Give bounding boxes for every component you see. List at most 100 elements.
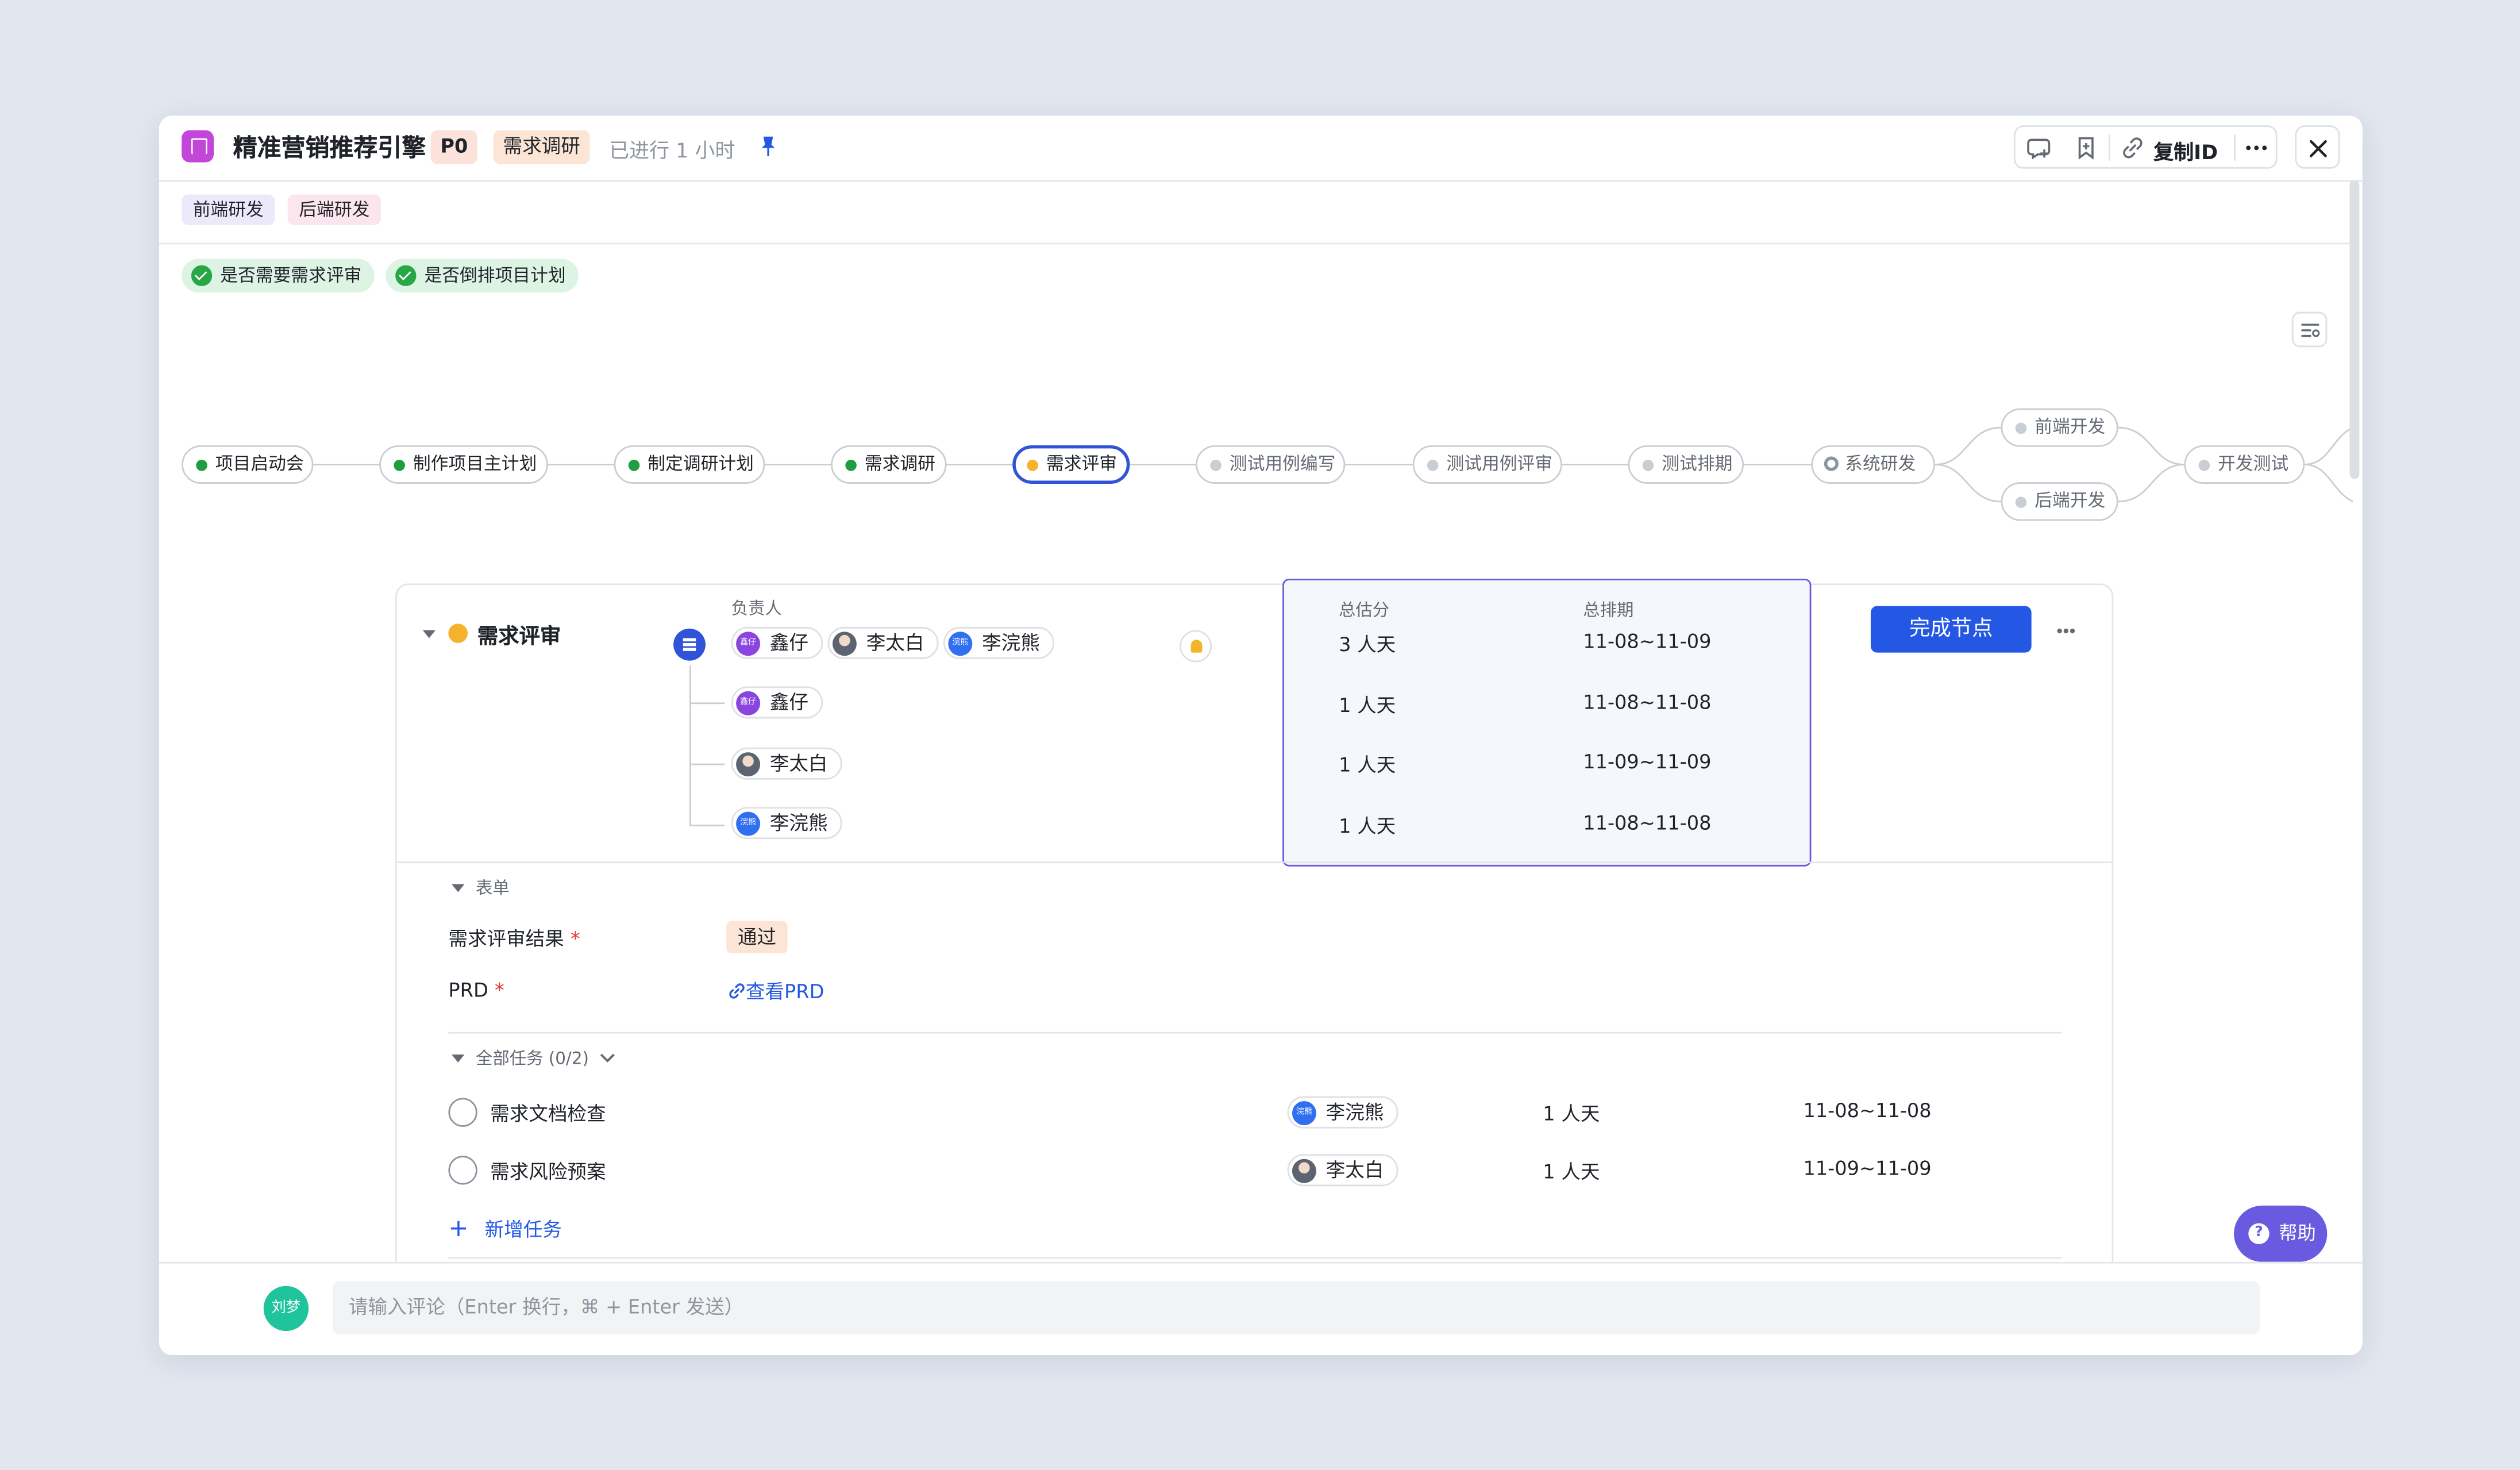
- comment-input[interactable]: 请输入评论（Enter 换行，⌘ + Enter 发送）: [333, 1281, 2260, 1334]
- view-settings-button[interactable]: [2291, 311, 2328, 348]
- more-icon[interactable]: [2242, 133, 2271, 162]
- help-icon: ?: [2248, 1223, 2269, 1245]
- task-checkbox[interactable]: [448, 1156, 477, 1185]
- task-assignee-chip[interactable]: 李太白: [1287, 1154, 1398, 1187]
- flow-node-kickoff[interactable]: 项目启动会: [182, 445, 314, 484]
- avatar: [1292, 1159, 1316, 1183]
- assignee-schedule[interactable]: 11-08~11-08: [1583, 691, 1711, 714]
- tag-backend[interactable]: 后端研发: [287, 194, 381, 225]
- status-dot: [2198, 459, 2210, 471]
- status-dot: [196, 459, 207, 471]
- total-estimate[interactable]: 3 人天: [1339, 630, 1396, 658]
- card-divider: [396, 861, 2112, 864]
- comment-bar: 刘梦 请输入评论（Enter 换行，⌘ + Enter 发送）: [159, 1261, 2363, 1356]
- tasks-section-label[interactable]: 全部任务 (0/2): [476, 1046, 589, 1071]
- status-dot: [2015, 422, 2027, 434]
- schedule-header: 总排期: [1583, 601, 1634, 621]
- scrollbar[interactable]: [2349, 180, 2360, 479]
- assignee-estimate[interactable]: 1 人天: [1339, 751, 1396, 778]
- assignee-estimate[interactable]: 1 人天: [1339, 691, 1396, 719]
- collapse-caret-icon[interactable]: [452, 884, 465, 892]
- collapse-caret-icon[interactable]: [452, 1054, 465, 1063]
- bell-icon[interactable]: [1180, 630, 1212, 663]
- settings-sliders-icon: [2301, 324, 2320, 337]
- tree-branch: [689, 702, 725, 705]
- view-prd-link[interactable]: 查看PRD: [728, 978, 824, 1005]
- form-section-label: 表单: [475, 879, 510, 899]
- flow-node-review[interactable]: 需求评审: [1012, 445, 1130, 484]
- total-schedule[interactable]: 11-08~11-09: [1583, 630, 1711, 653]
- prd-label: PRD *: [448, 979, 504, 1002]
- add-task-button[interactable]: + 新增任务: [448, 1214, 561, 1242]
- task-estimate[interactable]: 1 人天: [1543, 1157, 1600, 1185]
- header-actions: 复制ID: [2013, 125, 2278, 169]
- pin-icon[interactable]: [758, 135, 778, 157]
- elapsed-time: 已进行 1 小时: [609, 138, 735, 163]
- stage-badge[interactable]: 需求调研: [493, 130, 590, 164]
- flow-node-dev-test[interactable]: 开发测试: [2184, 445, 2305, 484]
- bookmark-outline-icon[interactable]: [2072, 133, 2101, 162]
- task-checkbox[interactable]: [448, 1098, 477, 1127]
- flow-node-test-schedule[interactable]: 测试排期: [1628, 445, 1744, 484]
- flow-node-test-case-review[interactable]: 测试用例评审: [1412, 445, 1562, 484]
- flow-node-research-plan[interactable]: 制定调研计划: [614, 445, 765, 484]
- complete-node-button[interactable]: 完成节点: [1870, 606, 2032, 653]
- flow-node-backend-dev[interactable]: 后端开发: [2001, 482, 2118, 521]
- status-dot: [1427, 459, 1439, 471]
- review-result-label: 需求评审结果 *: [448, 927, 580, 951]
- status-dot: [394, 459, 405, 471]
- assignee-chip[interactable]: 李太白: [731, 747, 842, 780]
- task-estimate[interactable]: 1 人天: [1543, 1099, 1600, 1127]
- owner-chip[interactable]: 鑫仔 鑫仔: [731, 626, 823, 659]
- chevron-down-icon[interactable]: [599, 1051, 615, 1064]
- assignee-schedule[interactable]: 11-09~11-09: [1583, 751, 1711, 773]
- task-assignee-chip[interactable]: 浣熊 李浣熊: [1287, 1096, 1398, 1129]
- task-name[interactable]: 需求文档检查: [490, 1099, 606, 1127]
- collapse-caret-icon[interactable]: [422, 630, 436, 638]
- status-dot: [1824, 456, 1839, 471]
- assignee-chip[interactable]: 浣熊 李浣熊: [731, 807, 842, 840]
- link-icon[interactable]: [2118, 133, 2147, 162]
- owner-label: 负责人: [731, 599, 782, 619]
- estimate-schedule-panel: 总估分 总排期 3 人天 11-08~11-09 1 人天 11-08~11-0…: [1282, 578, 1812, 867]
- task-detail-modal: 精准营销推荐引擎 P0 需求调研 已进行 1 小时 复制ID 前端研发 后端研发…: [159, 116, 2363, 1356]
- check-icon: [191, 265, 213, 286]
- more-icon[interactable]: [2054, 619, 2080, 641]
- check-icon: [395, 265, 417, 286]
- review-result-value[interactable]: 通过: [726, 921, 788, 953]
- subtask-list-icon[interactable]: [673, 628, 706, 661]
- status-dot: [1642, 459, 1654, 471]
- task-name[interactable]: 需求风险预案: [490, 1157, 606, 1185]
- close-button[interactable]: [2295, 125, 2340, 169]
- flow-node-test-case-writing[interactable]: 测试用例编写: [1196, 445, 1346, 484]
- plus-icon: +: [448, 1213, 469, 1243]
- stage-name: 需求评审: [477, 625, 561, 650]
- avatar: 浣熊: [1292, 1101, 1316, 1126]
- priority-badge[interactable]: P0: [430, 130, 478, 164]
- status-dot: [628, 459, 640, 471]
- flow-node-system-dev[interactable]: 系统研发: [1811, 445, 1935, 484]
- avatar: 鑫仔: [736, 691, 761, 715]
- flow-node-research[interactable]: 需求调研: [831, 445, 947, 484]
- owner-chip[interactable]: 浣熊 李浣熊: [943, 626, 1055, 659]
- page-title: 精准营销推荐引擎: [233, 133, 426, 163]
- bookmark-icon: [182, 130, 214, 163]
- assignee-chip[interactable]: 鑫仔 鑫仔: [731, 686, 823, 719]
- divider: [2234, 134, 2236, 161]
- tag-frontend[interactable]: 前端研发: [182, 194, 275, 225]
- tasks-divider: [448, 1257, 2062, 1259]
- status-dot: [2015, 497, 2027, 508]
- check-badge-reverse-plan: 是否倒排项目计划: [386, 259, 579, 293]
- owner-chip[interactable]: 李太白: [827, 626, 939, 659]
- close-icon[interactable]: [2308, 138, 2329, 159]
- status-dot: [845, 459, 857, 471]
- comment-add-icon[interactable]: [2025, 133, 2053, 162]
- assignee-schedule[interactable]: 11-08~11-08: [1583, 812, 1711, 834]
- copy-id-button[interactable]: 复制ID: [2153, 135, 2218, 164]
- help-button[interactable]: ? 帮助: [2234, 1205, 2328, 1262]
- task-schedule[interactable]: 11-08~11-08: [1803, 1099, 1931, 1122]
- assignee-estimate[interactable]: 1 人天: [1339, 812, 1396, 840]
- flow-node-master-plan[interactable]: 制作项目主计划: [379, 445, 548, 484]
- task-schedule[interactable]: 11-09~11-09: [1803, 1157, 1931, 1180]
- flow-node-frontend-dev[interactable]: 前端开发: [2001, 408, 2118, 447]
